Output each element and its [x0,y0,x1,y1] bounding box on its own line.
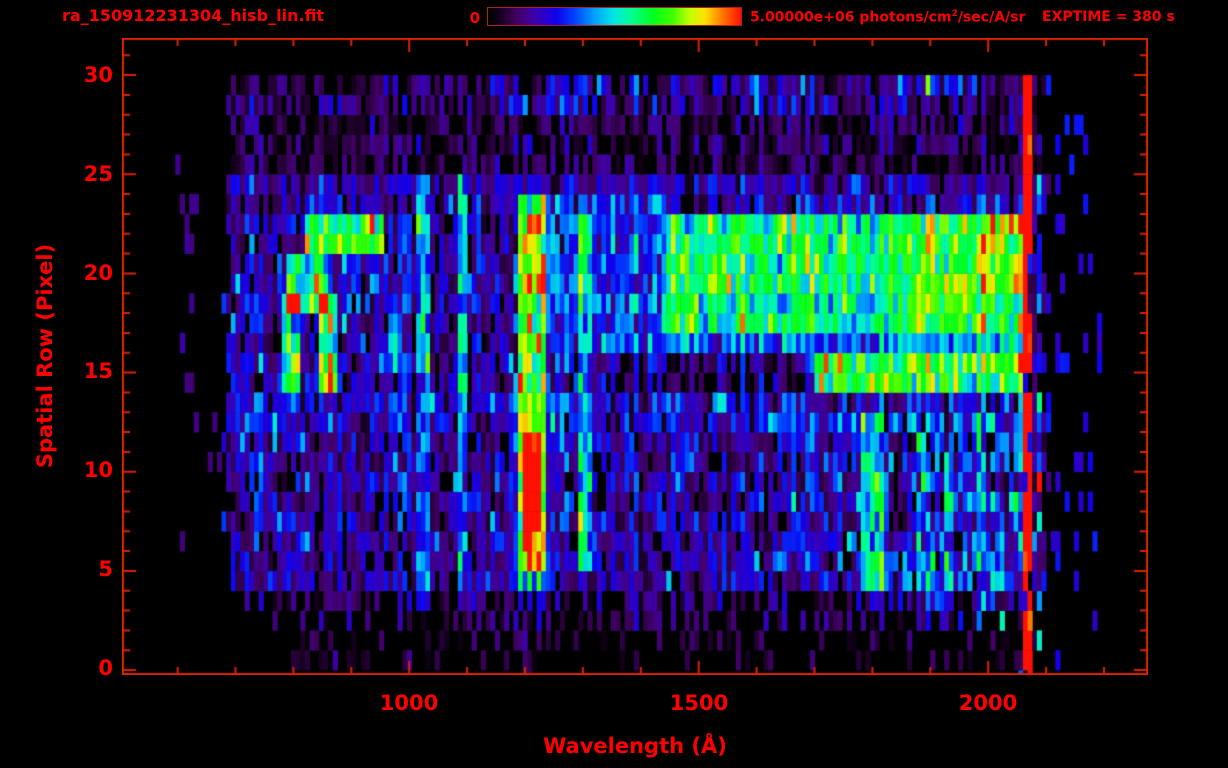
y-axis-title: Spatial Row (Pixel) [33,243,57,469]
colorbar-max-suffix: /sec/A/sr [957,9,1026,26]
colorbar-min-label: 0 [469,9,480,27]
exposure-time-label: EXPTIME = 380 s [1042,9,1175,25]
x-axis-title: Wavelength (Å) [543,734,727,758]
spectrogram-canvas [122,38,1148,675]
y-tick-label: 5 [98,557,113,581]
colorbar-max-prefix: 5.00000e+06 photons/cm [750,9,952,26]
colorbar-max-label: 5.00000e+06 photons/cm2/sec/A/sr [750,9,1025,26]
x-tick-label: 1500 [669,691,729,715]
y-tick-label: 0 [98,656,113,680]
file-title: ra_150912231304_hisb_lin.fit [62,6,325,25]
x-tick-label: 1000 [379,691,439,715]
y-tick-label: 30 [83,63,113,87]
x-tick-label: 2000 [958,691,1018,715]
spectrogram-viewer-window: ra_150912231304_hisb_lin.fit 0 5.00000e+… [0,0,1228,768]
colorbar-gradient [487,7,742,26]
y-tick-label: 25 [83,162,113,186]
